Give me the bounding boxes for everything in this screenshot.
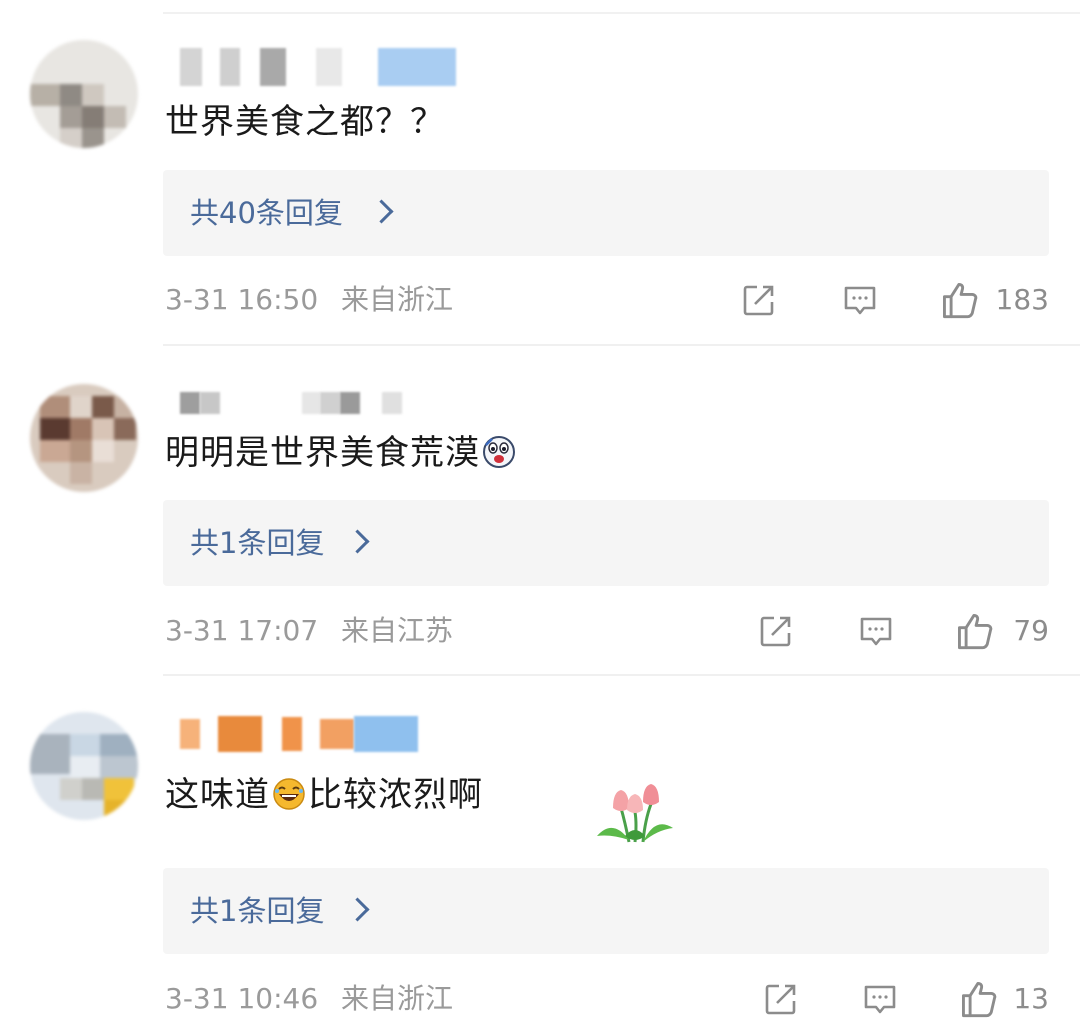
replies-count: 共40条回复 — [190, 196, 343, 230]
avatar[interactable] — [30, 40, 138, 148]
thumbs-up-icon[interactable] — [940, 280, 980, 320]
surprised-face-emoji — [483, 436, 515, 468]
comment-meta: 3-31 17:07 来自江苏 79 — [165, 606, 1049, 656]
chevron-right-icon — [345, 529, 370, 554]
comment-timestamp: 3-31 10:46 来自浙江 — [165, 974, 453, 1024]
share-icon[interactable] — [763, 981, 799, 1017]
username-blurred[interactable] — [180, 46, 456, 88]
comment-icon[interactable] — [842, 282, 878, 318]
comment-text-main: 明明是世界美食荒漠 — [165, 433, 480, 473]
comment-icon[interactable] — [858, 613, 894, 649]
comment-location: 来自浙江 — [341, 982, 454, 1015]
like-count: 13 — [1013, 982, 1049, 1015]
comment-text: 这味道 比较浓烈啊 — [165, 773, 483, 817]
comment-time: 3-31 16:50 — [165, 283, 319, 316]
comment-location: 来自江苏 — [341, 614, 454, 647]
thumbs-up-icon[interactable] — [959, 979, 999, 1019]
comment-location: 来自浙江 — [341, 283, 454, 316]
comment-text-main: 这味道 — [165, 775, 270, 815]
thumbs-up-icon[interactable] — [955, 611, 995, 651]
comment-timestamp: 3-31 17:07 来自江苏 — [165, 606, 453, 656]
replies-count: 共1条回复 — [190, 894, 325, 928]
replies-link[interactable]: 共40条回复 — [163, 170, 1049, 256]
comment-time: 3-31 10:46 — [165, 982, 319, 1015]
avatar[interactable] — [30, 384, 138, 492]
comment-meta: 3-31 10:46 来自浙江 13 — [165, 974, 1049, 1024]
replies-link[interactable]: 共1条回复 — [163, 868, 1049, 954]
username-blurred[interactable] — [180, 382, 402, 424]
chevron-right-icon — [369, 199, 394, 224]
comment-divider — [163, 344, 1080, 346]
like-count: 183 — [995, 283, 1049, 316]
replies-link[interactable]: 共1条回复 — [163, 500, 1049, 586]
username-blurred[interactable] — [180, 713, 418, 755]
replies-count: 共1条回复 — [190, 526, 325, 560]
share-icon[interactable] — [741, 282, 777, 318]
comment-time: 3-31 17:07 — [165, 614, 319, 647]
comment-icon[interactable] — [862, 981, 898, 1017]
comment-timestamp: 3-31 16:50 来自浙江 — [165, 275, 453, 325]
laughing-face-emoji — [273, 778, 305, 810]
chevron-right-icon — [345, 897, 370, 922]
tulip-sticker — [597, 784, 673, 843]
comment-divider — [163, 674, 1080, 676]
comment-meta: 3-31 16:50 来自浙江 183 — [165, 275, 1049, 325]
avatar[interactable] — [30, 712, 138, 820]
comment-text: 明明是世界美食荒漠 — [165, 431, 518, 475]
top-divider — [163, 12, 1080, 14]
comment-text-tail: 比较浓烈啊 — [308, 775, 483, 815]
like-count: 79 — [1013, 614, 1049, 647]
comment-text: 世界美食之都？？ — [165, 102, 445, 142]
share-icon[interactable] — [758, 613, 794, 649]
